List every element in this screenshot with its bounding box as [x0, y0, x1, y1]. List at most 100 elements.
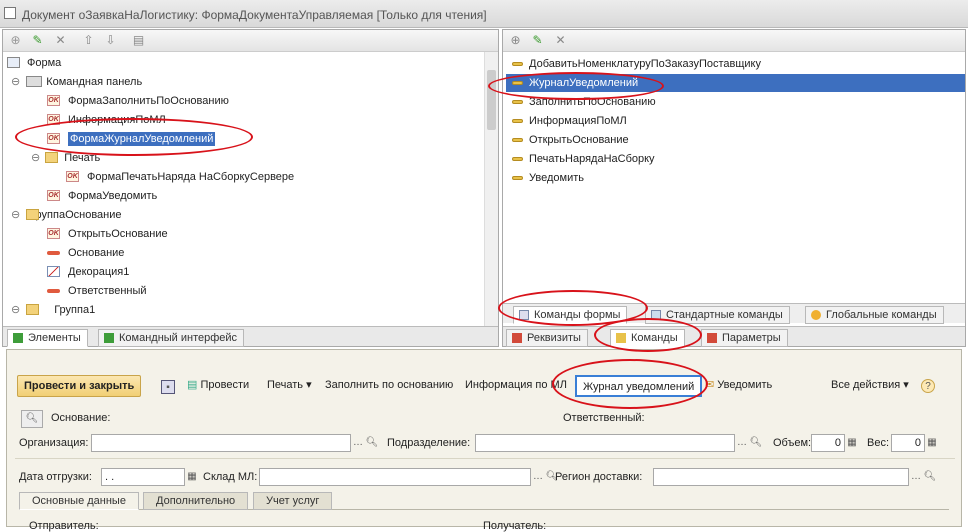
calculator-icon[interactable]: ▦ [845, 436, 859, 450]
command-icon [512, 100, 523, 104]
fill-from-basis-button[interactable]: Заполнить по основанию [325, 375, 453, 397]
tree-item[interactable]: ⊖ Группа1 [11, 301, 95, 319]
parameters-icon [707, 333, 717, 343]
edit-icon[interactable]: ✎ [530, 33, 545, 48]
move-up-icon[interactable]: ⇧ [81, 33, 96, 48]
volume-label: Объем: [773, 437, 812, 449]
department-label: Подразделение: [387, 437, 471, 449]
add-icon[interactable]: ⊕ [8, 33, 23, 48]
select-button[interactable]: … [531, 470, 545, 484]
tab-services[interactable]: Учет услуг [253, 492, 333, 510]
region-label: Регион доставки: [555, 471, 643, 483]
global-commands-icon [811, 310, 821, 320]
ship-date-label: Дата отгрузки: [19, 471, 92, 483]
tree-item[interactable]: OK ФормаУведомить [47, 187, 157, 205]
tab-additional[interactable]: Дополнительно [143, 492, 249, 510]
commands-toolbar: ⊕ ✎ ✕ [503, 30, 965, 52]
search-icon[interactable]: 🔍︎ [749, 436, 763, 450]
divider [15, 458, 955, 459]
delete-icon[interactable]: ✕ [553, 33, 568, 48]
tab-attributes[interactable]: Реквизиты [506, 329, 588, 347]
tab-parameters[interactable]: Параметры [701, 329, 788, 347]
command-item[interactable]: ОткрытьОснование [512, 131, 629, 149]
command-icon [512, 62, 523, 66]
form-icon [7, 57, 20, 68]
post-icon: ▤ [187, 379, 198, 391]
notify-button[interactable]: ✉ Уведомить [705, 375, 772, 397]
search-button[interactable]: 🔍︎ [21, 410, 43, 428]
dropdown-arrow-icon: ▾ [903, 379, 909, 391]
command-panel-icon [26, 76, 42, 87]
collapse-icon[interactable]: ⊖ [11, 304, 20, 316]
tree-item[interactable]: OK ОткрытьОснование [47, 225, 168, 243]
save-icon[interactable]: ▪ [161, 380, 175, 394]
select-button[interactable]: … [909, 470, 923, 484]
form-preview: Провести и закрыть ▪ ▤ Провести Печать ▾… [6, 349, 962, 532]
window-title: Документ оЗаявкаНаЛогистику: ФормаДокуме… [22, 8, 487, 22]
calendar-icon[interactable]: ▦ [185, 470, 199, 484]
post-button[interactable]: ▤ Провести [187, 375, 249, 397]
tree-item[interactable]: ⊖ ГруппаОснование [11, 206, 122, 224]
post-and-close-button[interactable]: Провести и закрыть [17, 375, 142, 397]
command-item[interactable]: ДобавитьНоменклатуруПоЗаказуПоставщику [512, 55, 761, 73]
annotation-circle [15, 118, 253, 156]
search-icon[interactable]: 🔍︎ [365, 436, 379, 450]
print-button[interactable]: Печать ▾ [267, 375, 312, 397]
document-icon [4, 7, 16, 19]
move-down-icon[interactable]: ⇩ [103, 33, 118, 48]
command-icon [512, 138, 523, 142]
select-button[interactable]: … [735, 436, 749, 450]
form-toolbar: Провести и закрыть ▪ ▤ Провести Печать ▾… [7, 372, 961, 400]
select-button[interactable]: … [351, 436, 365, 450]
region-field[interactable] [653, 468, 909, 486]
help-button[interactable]: ? [921, 379, 935, 393]
folder-icon [45, 152, 58, 163]
responsible-label: Ответственный: [563, 412, 645, 424]
organization-field[interactable] [91, 434, 351, 452]
folder-icon [26, 304, 39, 315]
warehouse-field[interactable] [259, 468, 531, 486]
receiver-label: Получатель: [483, 520, 547, 532]
elements-pane: ⊕ ✎ ✕ ⇧ ⇩ ▤ Форма ⊖ Командная панель OK Фо… [2, 29, 499, 347]
tab-command-interface[interactable]: Командный интерфейс [98, 329, 245, 347]
collapse-icon[interactable]: ⊖ [31, 152, 40, 164]
tree-item[interactable]: Декорация1 [47, 263, 129, 281]
annotation-circle [594, 318, 702, 352]
interface-icon [104, 333, 114, 343]
weight-label: Вес: [867, 437, 890, 449]
tree-item[interactable]: Ответственный [47, 282, 147, 300]
tree-item[interactable]: ⊖ Командная панель [11, 73, 142, 91]
tree-item[interactable]: Форма [7, 54, 61, 72]
add-icon[interactable]: ⊕ [508, 33, 523, 48]
tree-item[interactable]: Основание [47, 244, 124, 262]
edit-icon[interactable]: ✎ [30, 33, 45, 48]
button-icon: OK [47, 190, 60, 201]
calculator-icon[interactable]: ▦ [925, 436, 939, 450]
elements-icon [13, 333, 23, 343]
decoration-icon [47, 266, 60, 277]
tab-main-data[interactable]: Основные данные [19, 492, 139, 510]
delete-icon[interactable]: ✕ [53, 33, 68, 48]
ship-date-field[interactable]: . . [101, 468, 185, 486]
search-icon[interactable]: 🔍︎ [923, 470, 937, 484]
more-icon[interactable]: ▤ [131, 33, 146, 48]
all-actions-button[interactable]: Все действия ▾ [831, 375, 909, 397]
window-titlebar: Документ оЗаявкаНаЛогистику: ФормаДокуме… [0, 0, 968, 28]
tree-item[interactable]: OK ФормаЗаполнитьПоОснованию [47, 92, 229, 110]
annotation-circle [552, 359, 708, 409]
command-item[interactable]: ИнформацияПоМЛ [512, 112, 627, 130]
tab-elements[interactable]: Элементы [7, 329, 88, 347]
volume-field[interactable]: 0 [811, 434, 845, 452]
attributes-icon [512, 333, 522, 343]
collapse-icon[interactable]: ⊖ [11, 76, 20, 88]
command-item[interactable]: ПечатьНарядаНаСборку [512, 150, 655, 168]
tab-global-commands[interactable]: Глобальные команды [805, 306, 944, 324]
command-icon [512, 176, 523, 180]
collapse-icon[interactable]: ⊖ [11, 209, 20, 221]
weight-field[interactable]: 0 [891, 434, 925, 452]
department-field[interactable] [475, 434, 735, 452]
basis-label: Основание: [51, 412, 111, 424]
command-item[interactable]: Уведомить [512, 169, 584, 187]
tree-item[interactable]: OK ФормаПечатьНаряда НаСборкуСервере [66, 168, 294, 186]
scrollbar[interactable] [484, 52, 498, 326]
